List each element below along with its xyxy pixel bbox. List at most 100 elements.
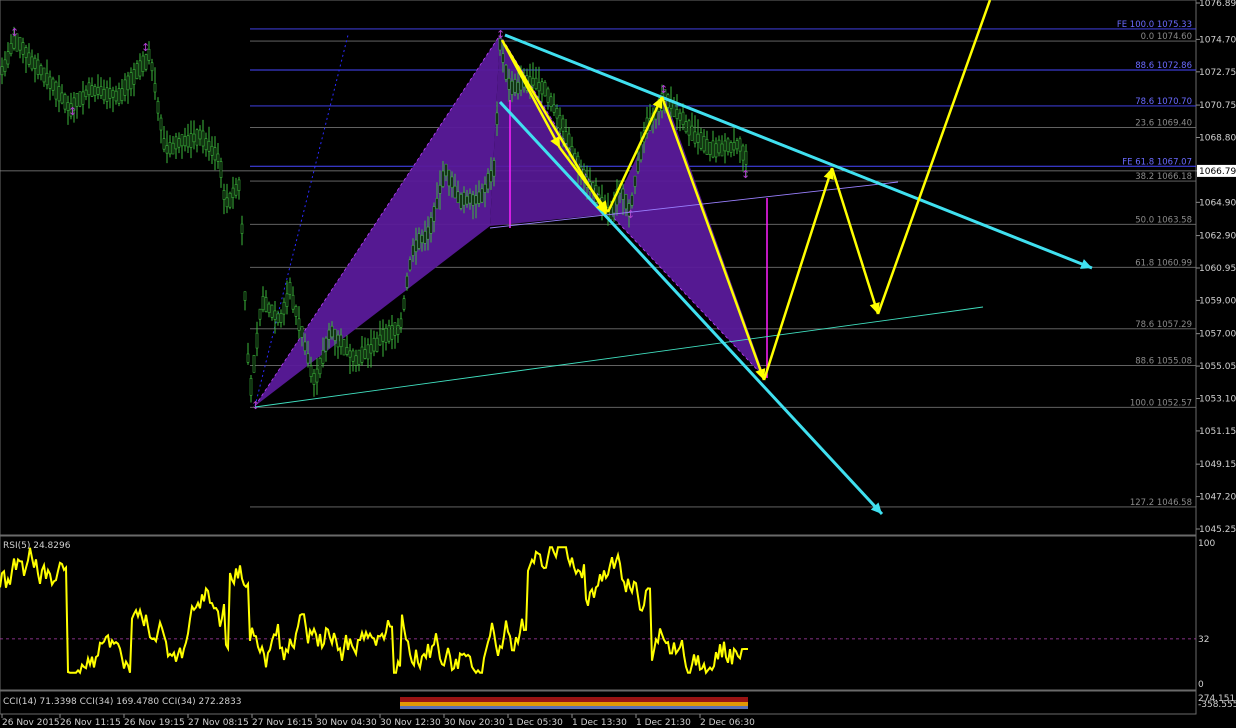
- candle-body: [702, 136, 706, 152]
- candle-body: [81, 91, 85, 105]
- candle-body: [450, 176, 454, 188]
- candle-body: [414, 239, 418, 252]
- rsi-label: RSI(5) 24.8296: [3, 541, 71, 551]
- y-axis-label: 1059.00: [1199, 296, 1236, 306]
- candle-body: [321, 350, 325, 364]
- candle-body: [201, 130, 205, 147]
- candle-body: [276, 313, 280, 324]
- x-axis-label: 26 Nov 11:15: [60, 718, 121, 728]
- candle-body: [510, 80, 514, 95]
- candle-body: [282, 301, 286, 315]
- candle-body: [390, 325, 394, 340]
- y-axis-label: 1068.80: [1199, 133, 1236, 143]
- candle-body: [84, 89, 88, 98]
- fib-level-label: 78.6 1070.70: [1135, 97, 1192, 107]
- candle-body: [567, 133, 571, 148]
- candle-body: [246, 353, 250, 363]
- candle-body: [252, 354, 256, 373]
- candle-body: [453, 185, 457, 199]
- candle-body: [111, 90, 115, 98]
- candle-body: [630, 195, 634, 206]
- x-axis-label: 1 Dec 05:30: [508, 718, 563, 728]
- candle-body: [93, 86, 97, 96]
- candle-body: [444, 163, 448, 177]
- candle-body: [474, 195, 478, 205]
- candle-body: [162, 138, 166, 150]
- x-axis-label: 1 Dec 21:30: [636, 718, 691, 728]
- x-axis-label: 2 Dec 06:30: [700, 718, 755, 728]
- cci-axis-label: -358.5556: [1198, 700, 1236, 710]
- candle-body: [396, 325, 400, 335]
- candle-body: [675, 109, 679, 119]
- candle-body: [195, 129, 199, 146]
- candle-body: [678, 112, 682, 121]
- candle-body: [423, 231, 427, 244]
- candle-body: [126, 75, 130, 91]
- rsi-axis-label: 32: [1198, 635, 1209, 645]
- candle-body: [63, 94, 67, 110]
- candle-body: [141, 55, 145, 72]
- candle-body: [153, 83, 157, 93]
- candle-body: [3, 59, 7, 72]
- fib-level-label: 100.0 1052.57: [1130, 398, 1192, 408]
- candle-body: [486, 173, 490, 190]
- candle-body: [150, 62, 154, 72]
- candle-body: [447, 169, 451, 187]
- x-axis-label: 26 Nov 2015: [2, 718, 60, 728]
- candle-body: [267, 303, 271, 314]
- candle-body: [279, 313, 283, 323]
- candle-body: [729, 142, 733, 153]
- candle-body: [552, 104, 556, 113]
- candle-body: [192, 133, 196, 143]
- harmonic-triangle-bcd: [610, 97, 765, 378]
- fib-level-label: FE 61.8 1067.07: [1122, 157, 1192, 167]
- candle-body: [744, 150, 748, 165]
- candle-body: [378, 334, 382, 346]
- candle-body: [96, 87, 100, 95]
- candle-body: [243, 291, 247, 301]
- candle-body: [504, 64, 508, 80]
- fib-level-label: 0.0 1074.60: [1141, 32, 1192, 42]
- candle-body: [108, 88, 112, 99]
- candle-body: [372, 337, 376, 352]
- candle-body: [171, 142, 175, 155]
- candle-body: [501, 53, 505, 63]
- candle-body: [639, 143, 643, 161]
- candle-body: [564, 131, 568, 144]
- candle-body: [222, 190, 226, 200]
- candle-body: [387, 325, 391, 342]
- candle-body: [537, 82, 541, 92]
- y-axis-label: 1064.90: [1199, 198, 1236, 208]
- candle-body: [156, 100, 160, 114]
- candle-body: [144, 54, 148, 70]
- x-axis-label: 27 Nov 16:15: [252, 718, 313, 728]
- candle-body: [297, 318, 301, 331]
- candle-body: [234, 184, 238, 196]
- candle-body: [207, 140, 211, 152]
- candle-body: [57, 86, 61, 102]
- cci-bars-blue: [400, 706, 748, 709]
- candle-body: [198, 129, 202, 140]
- candle-body: [558, 115, 562, 130]
- candle-body: [411, 245, 415, 256]
- candle-body: [420, 235, 424, 243]
- candle-body: [366, 344, 370, 360]
- candle-body: [408, 259, 412, 271]
- candle-body: [90, 85, 94, 97]
- candle-body: [738, 138, 742, 152]
- candle-body: [339, 334, 343, 348]
- candle-body: [324, 337, 328, 352]
- fib-level-label: 38.2 1066.18: [1135, 172, 1192, 182]
- candle-body: [492, 160, 496, 177]
- y-axis-label: 1047.20: [1199, 493, 1236, 503]
- candle-body: [114, 90, 118, 102]
- candle-body: [24, 47, 28, 58]
- candle-body: [417, 233, 421, 249]
- candle-body: [459, 194, 463, 209]
- candle-body: [255, 332, 259, 349]
- candle-body: [534, 77, 538, 90]
- candle-body: [429, 217, 433, 234]
- candle-body: [300, 326, 304, 338]
- candle-body: [6, 51, 10, 65]
- candle-body: [105, 87, 109, 102]
